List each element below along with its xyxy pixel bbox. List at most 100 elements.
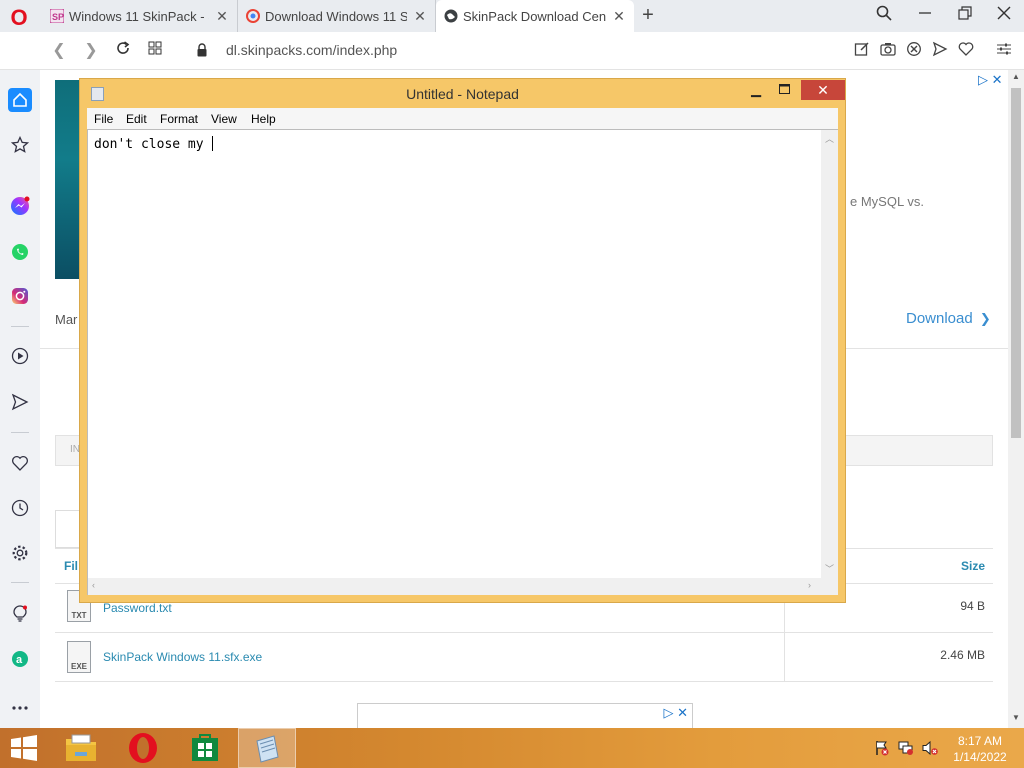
player-icon[interactable] [8,344,32,368]
tab-title: Windows 11 SkinPack - Skin [69,8,209,24]
menu-format[interactable]: Format [160,112,198,126]
file-name-link[interactable]: Password.txt [103,601,172,615]
column-size-header[interactable]: Size [961,559,985,573]
send-page-icon[interactable] [930,41,950,61]
send-icon[interactable] [8,390,32,414]
ad-banner[interactable]: ▷ ✕ [357,703,693,728]
page-scrollbar[interactable]: ▲ ▼ [1008,70,1024,728]
notepad-text: don't close my [94,137,212,152]
snapshot-camera-icon[interactable] [878,41,898,61]
clock-date: 1/14/2022 [953,750,1007,764]
resize-grip-icon[interactable] [821,578,838,595]
new-tab-button[interactable]: + [638,4,658,26]
close-icon[interactable]: ✕ [801,80,845,100]
minimize-icon[interactable] [914,5,936,27]
scroll-thumb[interactable] [1011,88,1021,438]
scroll-down-icon[interactable]: ▼ [1008,713,1024,727]
address-bar: ❮ ❯ dl.skinpacks.com/index.php [0,32,1024,70]
menu-view[interactable]: View [211,112,237,126]
opera-menu-icon[interactable]: O [8,7,30,29]
exe-file-icon: EXE [67,641,91,673]
url-field[interactable]: dl.skinpacks.com/index.php [226,42,397,58]
sidebar-divider [11,326,29,327]
tab-title: Download Windows 11 Skin [265,8,407,24]
partial-label: Mar [55,312,78,327]
clock-time: 8:17 AM [957,734,1003,748]
file-type-label: TXT [71,611,87,620]
opera-sidebar: a [0,70,40,728]
browser-tab-3-active[interactable]: SkinPack Download Center ✕ [436,0,634,32]
edit-icon[interactable] [852,41,872,61]
restore-icon[interactable] [954,5,976,27]
notepad-menubar: File Edit Format View Help [87,108,838,129]
star-icon[interactable] [8,133,32,157]
instagram-icon[interactable] [8,284,32,308]
scroll-left-icon[interactable]: ‹ [92,580,95,590]
download-link[interactable]: Download ❯ [906,310,991,327]
reload-icon[interactable] [112,40,134,62]
taskbar-clock[interactable]: 8:17 AM 1/14/2022 [950,733,1010,765]
file-name-link[interactable]: SkinPack Windows 11.sfx.exe [103,650,262,664]
aria-icon[interactable]: a [8,647,32,671]
text-caret [212,136,214,151]
google-icon [246,9,260,23]
maximize-icon[interactable] [772,82,796,100]
table-row[interactable]: EXE SkinPack Windows 11.sfx.exe 2.46 MB [55,633,993,682]
notepad-titlebar[interactable]: Untitled - Notepad ▁ ✕ [80,79,845,108]
windows-start-icon[interactable] [10,735,38,761]
menu-edit[interactable]: Edit [126,112,147,126]
notepad-vertical-scrollbar[interactable]: ︿ ﹀ [821,130,838,578]
bookmark-heart-icon[interactable] [956,41,976,61]
opera-taskbar-icon[interactable] [114,728,172,768]
ad-close-icon[interactable]: ▷ ✕ [663,705,688,721]
tab-close-icon[interactable]: ✕ [612,8,626,25]
scroll-up-icon[interactable]: ︿ [825,132,834,145]
settings-icon[interactable] [8,541,32,565]
file-size: 94 B [960,599,985,613]
search-tabs-icon[interactable] [873,5,895,27]
lightbulb-icon[interactable] [8,602,32,626]
ad-choices-icon[interactable]: ▷ ✕ [978,72,1003,88]
scroll-right-icon[interactable]: › [808,580,811,590]
volume-muted-icon[interactable] [922,740,938,756]
sidebar-divider [11,432,29,433]
browser-tab-strip: O SP Windows 11 SkinPack - Skin ✕ Downlo… [0,0,1024,32]
column-name-header[interactable]: Fil [64,559,78,573]
heart-icon[interactable] [8,451,32,475]
lock-icon[interactable] [197,43,207,57]
tab-title: SkinPack Download Center [463,8,606,24]
forward-icon[interactable]: ❯ [80,40,102,62]
speed-dial-grid-icon[interactable] [144,40,166,62]
menu-help[interactable]: Help [251,112,276,126]
scroll-down-icon[interactable]: ﹀ [825,562,834,575]
notepad-text-area[interactable]: don't close my ︿ ﹀ ‹ › [87,129,838,595]
notepad-content[interactable]: don't close my [94,136,214,152]
notepad-title: Untitled - Notepad [406,86,519,102]
sidebar-divider [11,582,29,583]
home-icon[interactable] [8,88,32,112]
notepad-horizontal-scrollbar[interactable]: ‹ › [88,578,821,595]
close-window-icon[interactable] [993,5,1015,27]
article-snippet: e MySQL vs. [850,194,924,209]
back-icon[interactable]: ❮ [48,40,70,62]
svg-text:SP: SP [52,12,64,22]
minimize-icon[interactable]: ▁ [744,82,768,100]
more-icon[interactable] [8,696,32,720]
browser-tab-1[interactable]: SP Windows 11 SkinPack - Skin ✕ [42,0,238,32]
tab-close-icon[interactable]: ✕ [413,8,427,25]
tab-close-icon[interactable]: ✕ [215,8,229,25]
notepad-taskbar-icon[interactable] [238,728,296,768]
network-icon[interactable] [898,740,914,756]
easy-setup-icon[interactable] [994,41,1014,61]
browser-tab-2[interactable]: Download Windows 11 Skin ✕ [238,0,436,32]
notepad-window: Untitled - Notepad ▁ ✕ File Edit Format … [79,78,846,603]
messenger-icon[interactable] [8,194,32,218]
action-center-icon[interactable] [874,740,890,756]
file-explorer-icon[interactable] [52,728,110,768]
history-icon[interactable] [8,496,32,520]
store-icon[interactable] [176,728,234,768]
scroll-up-icon[interactable]: ▲ [1008,72,1024,86]
adblock-icon[interactable] [904,41,924,61]
menu-file[interactable]: File [94,112,113,126]
whatsapp-icon[interactable] [8,240,32,264]
